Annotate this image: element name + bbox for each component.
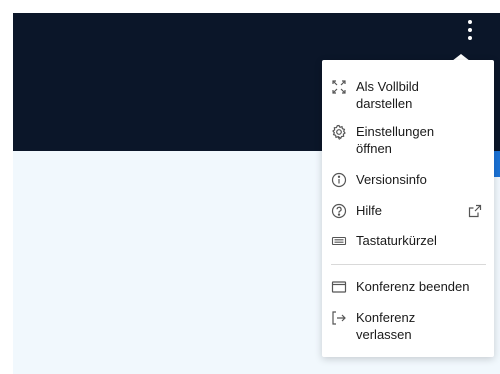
keyboard-icon (331, 233, 347, 249)
menu-item-fullscreen[interactable]: Als Vollbild darstellen (322, 78, 494, 112)
exit-icon (331, 310, 347, 326)
menu-item-label: Konferenz beenden (356, 279, 470, 294)
menu-item-label: Versionsinfo (356, 172, 427, 187)
options-menu: Als Vollbild darstellen Einstellungen öf… (322, 60, 494, 357)
menu-item-keyboard-shortcuts[interactable]: Tastaturkürzel (322, 232, 494, 250)
kebab-vertical-icon (468, 20, 472, 24)
menu-item-label: Tastaturkürzel (356, 233, 437, 248)
kebab-dot (468, 36, 472, 40)
menu-item-help[interactable]: Hilfe (322, 202, 494, 220)
menu-item-label: Konferenz verlassen (356, 310, 416, 342)
menu-item-label: Einstellungen öffnen (356, 124, 435, 156)
menu-item-settings[interactable]: Einstellungen öffnen (322, 123, 494, 157)
help-icon (331, 203, 347, 219)
menu-divider (331, 264, 486, 265)
menu-item-leave-conference[interactable]: Konferenz verlassen (322, 309, 494, 343)
external-link-icon (468, 204, 482, 218)
fullscreen-icon (331, 79, 347, 95)
menu-item-version-info[interactable]: Versionsinfo (322, 171, 494, 189)
menu-item-end-conference[interactable]: Konferenz beenden (322, 278, 494, 296)
window-icon (331, 279, 347, 295)
gear-icon (331, 124, 347, 140)
kebab-dot (468, 28, 472, 32)
menu-item-label: Als Vollbild darstellen (356, 79, 419, 111)
more-options-button[interactable] (462, 17, 478, 43)
info-icon (331, 172, 347, 188)
